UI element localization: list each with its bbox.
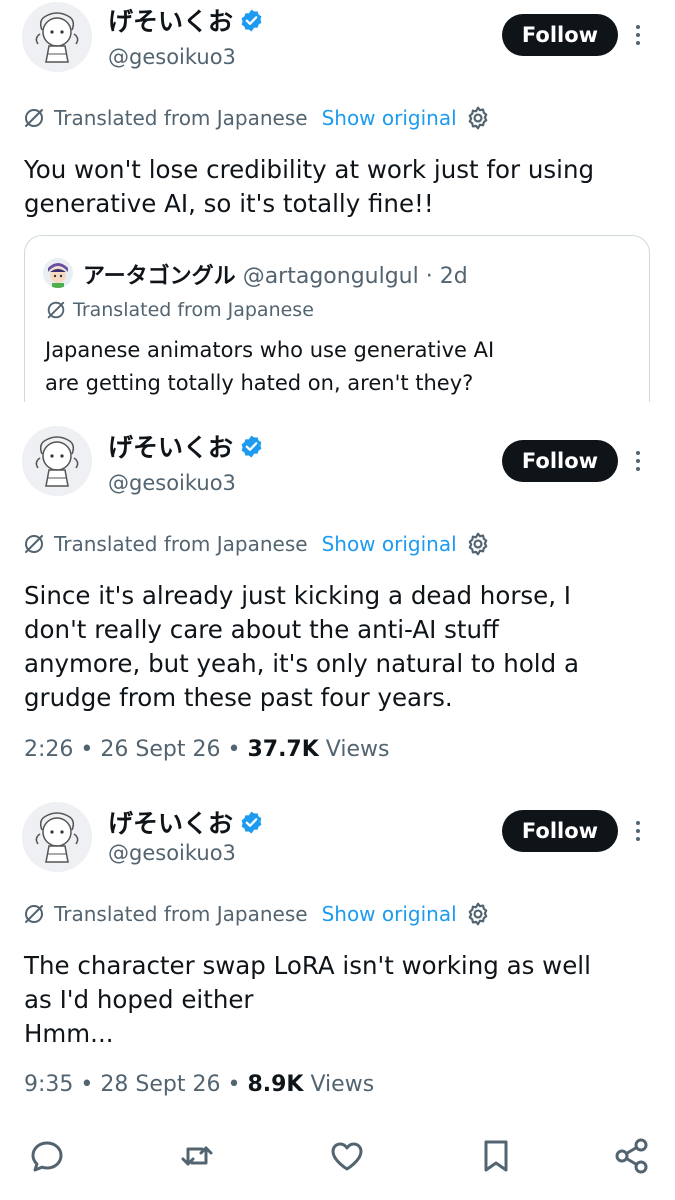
more-options-icon[interactable] xyxy=(628,20,648,50)
follow-button[interactable]: Follow xyxy=(502,14,618,56)
handle[interactable]: @gesoikuo3 xyxy=(108,471,236,495)
tweet-time[interactable]: 9:35 xyxy=(24,1072,73,1097)
gear-icon[interactable] xyxy=(465,901,491,927)
show-original-link[interactable]: Show original xyxy=(322,532,457,556)
tweet-text-line: as I'd hoped either xyxy=(24,985,254,1014)
follow-button[interactable]: Follow xyxy=(502,440,618,482)
verified-badge-icon xyxy=(239,810,264,835)
quote-time: · 2d xyxy=(425,264,468,289)
share-icon[interactable] xyxy=(612,1136,652,1176)
gear-icon[interactable] xyxy=(465,105,491,131)
quote-avatar[interactable] xyxy=(43,258,73,288)
tweet-time[interactable]: 2:26 xyxy=(24,737,73,762)
tweet-text-line: generative AI, so it's totally fine!! xyxy=(24,189,434,218)
translated-label: Translated from Japanese xyxy=(54,902,308,926)
display-name[interactable]: げそいくお xyxy=(108,2,264,38)
more-options-icon[interactable] xyxy=(628,446,648,476)
gear-icon[interactable] xyxy=(465,531,491,557)
tweet-2: げそいくお @gesoikuo3 Follow Translated from … xyxy=(0,402,675,780)
translation-notice: Translated from Japanese Show original xyxy=(22,105,491,131)
display-name[interactable]: げそいくお xyxy=(108,804,264,840)
tweet-text-line: You won't lose credibility at work just … xyxy=(24,155,595,184)
translation-notice: Translated from Japanese Show original xyxy=(22,901,491,927)
handle[interactable]: @gesoikuo3 xyxy=(108,841,236,865)
bookmark-icon[interactable] xyxy=(476,1136,516,1176)
views-label: Views xyxy=(310,1072,375,1097)
follow-button[interactable]: Follow xyxy=(502,810,618,852)
tweet-date[interactable]: 28 Sept 26 xyxy=(100,1072,220,1097)
reply-icon[interactable] xyxy=(27,1136,67,1176)
handle[interactable]: @gesoikuo3 xyxy=(108,45,236,69)
show-original-link[interactable]: Show original xyxy=(322,902,457,926)
quote-text-line: are getting totally hated on, aren't the… xyxy=(45,371,474,395)
separator-dot: • xyxy=(80,1072,94,1097)
separator-dot: • xyxy=(227,737,241,762)
avatar[interactable] xyxy=(22,426,92,496)
quote-translation-notice: Translated from Japanese xyxy=(45,299,314,321)
like-icon[interactable] xyxy=(327,1136,367,1176)
tweet-text-line: anymore, but yeah, it's only natural to … xyxy=(24,649,579,678)
avatar[interactable] xyxy=(22,2,92,72)
tweet-date[interactable]: 26 Sept 26 xyxy=(100,737,220,762)
quote-text: Japanese animators who use generative AI… xyxy=(45,334,494,400)
translate-icon xyxy=(22,106,46,130)
quote-display-name[interactable]: アータゴングル xyxy=(83,264,236,289)
quoted-tweet[interactable]: アータゴングル @artagongulgul · 2d Translated f… xyxy=(24,235,650,420)
translate-icon xyxy=(22,902,46,926)
quote-handle[interactable]: @artagongulgul xyxy=(243,264,419,289)
translation-notice: Translated from Japanese Show original xyxy=(22,531,491,557)
tweet-text-line: grudge from these past four years. xyxy=(24,683,453,712)
action-bar xyxy=(0,1128,675,1180)
tweet-text-line: Hmm... xyxy=(24,1019,114,1048)
avatar-image xyxy=(22,2,92,72)
tweet-text-line: The character swap LoRA isn't working as… xyxy=(24,951,591,980)
tweet-meta: 2:26 • 26 Sept 26 • 37.7K Views xyxy=(24,737,389,762)
translate-icon xyxy=(22,532,46,556)
separator-dot: • xyxy=(80,737,94,762)
show-original-link[interactable]: Show original xyxy=(322,106,457,130)
more-options-icon[interactable] xyxy=(628,816,648,846)
tweet-text-line: Since it's already just kicking a dead h… xyxy=(24,581,572,610)
repost-icon[interactable] xyxy=(177,1136,217,1176)
quote-header: アータゴングル @artagongulgul · 2d xyxy=(83,258,468,290)
tweet-3: げそいくお @gesoikuo3 Follow Translated from … xyxy=(0,780,675,1120)
tweet-text: Since it's already just kicking a dead h… xyxy=(24,579,654,715)
quote-translated-label: Translated from Japanese xyxy=(73,299,314,321)
tweet-meta: 9:35 • 28 Sept 26 • 8.9K Views xyxy=(24,1072,374,1097)
tweet-text: You won't lose credibility at work just … xyxy=(24,153,654,221)
avatar-image xyxy=(22,426,92,496)
verified-badge-icon xyxy=(239,434,264,459)
tweet-text: The character swap LoRA isn't working as… xyxy=(24,949,654,1051)
display-name[interactable]: げそいくお xyxy=(108,428,264,464)
translate-icon xyxy=(45,299,67,321)
translated-label: Translated from Japanese xyxy=(54,106,308,130)
avatar[interactable] xyxy=(22,802,92,872)
translated-label: Translated from Japanese xyxy=(54,532,308,556)
tweet-1: げそいくお @gesoikuo3 Follow Translated from … xyxy=(0,0,675,420)
tweet-text-line: don't really care about the anti-AI stuf… xyxy=(24,615,499,644)
separator-dot: • xyxy=(227,1072,241,1097)
avatar-image xyxy=(22,802,92,872)
quote-text-line: Japanese animators who use generative AI xyxy=(45,338,495,362)
views-label: Views xyxy=(325,737,390,762)
views-count[interactable]: 8.9K xyxy=(247,1072,303,1097)
views-count[interactable]: 37.7K xyxy=(247,737,318,762)
verified-badge-icon xyxy=(239,8,264,33)
